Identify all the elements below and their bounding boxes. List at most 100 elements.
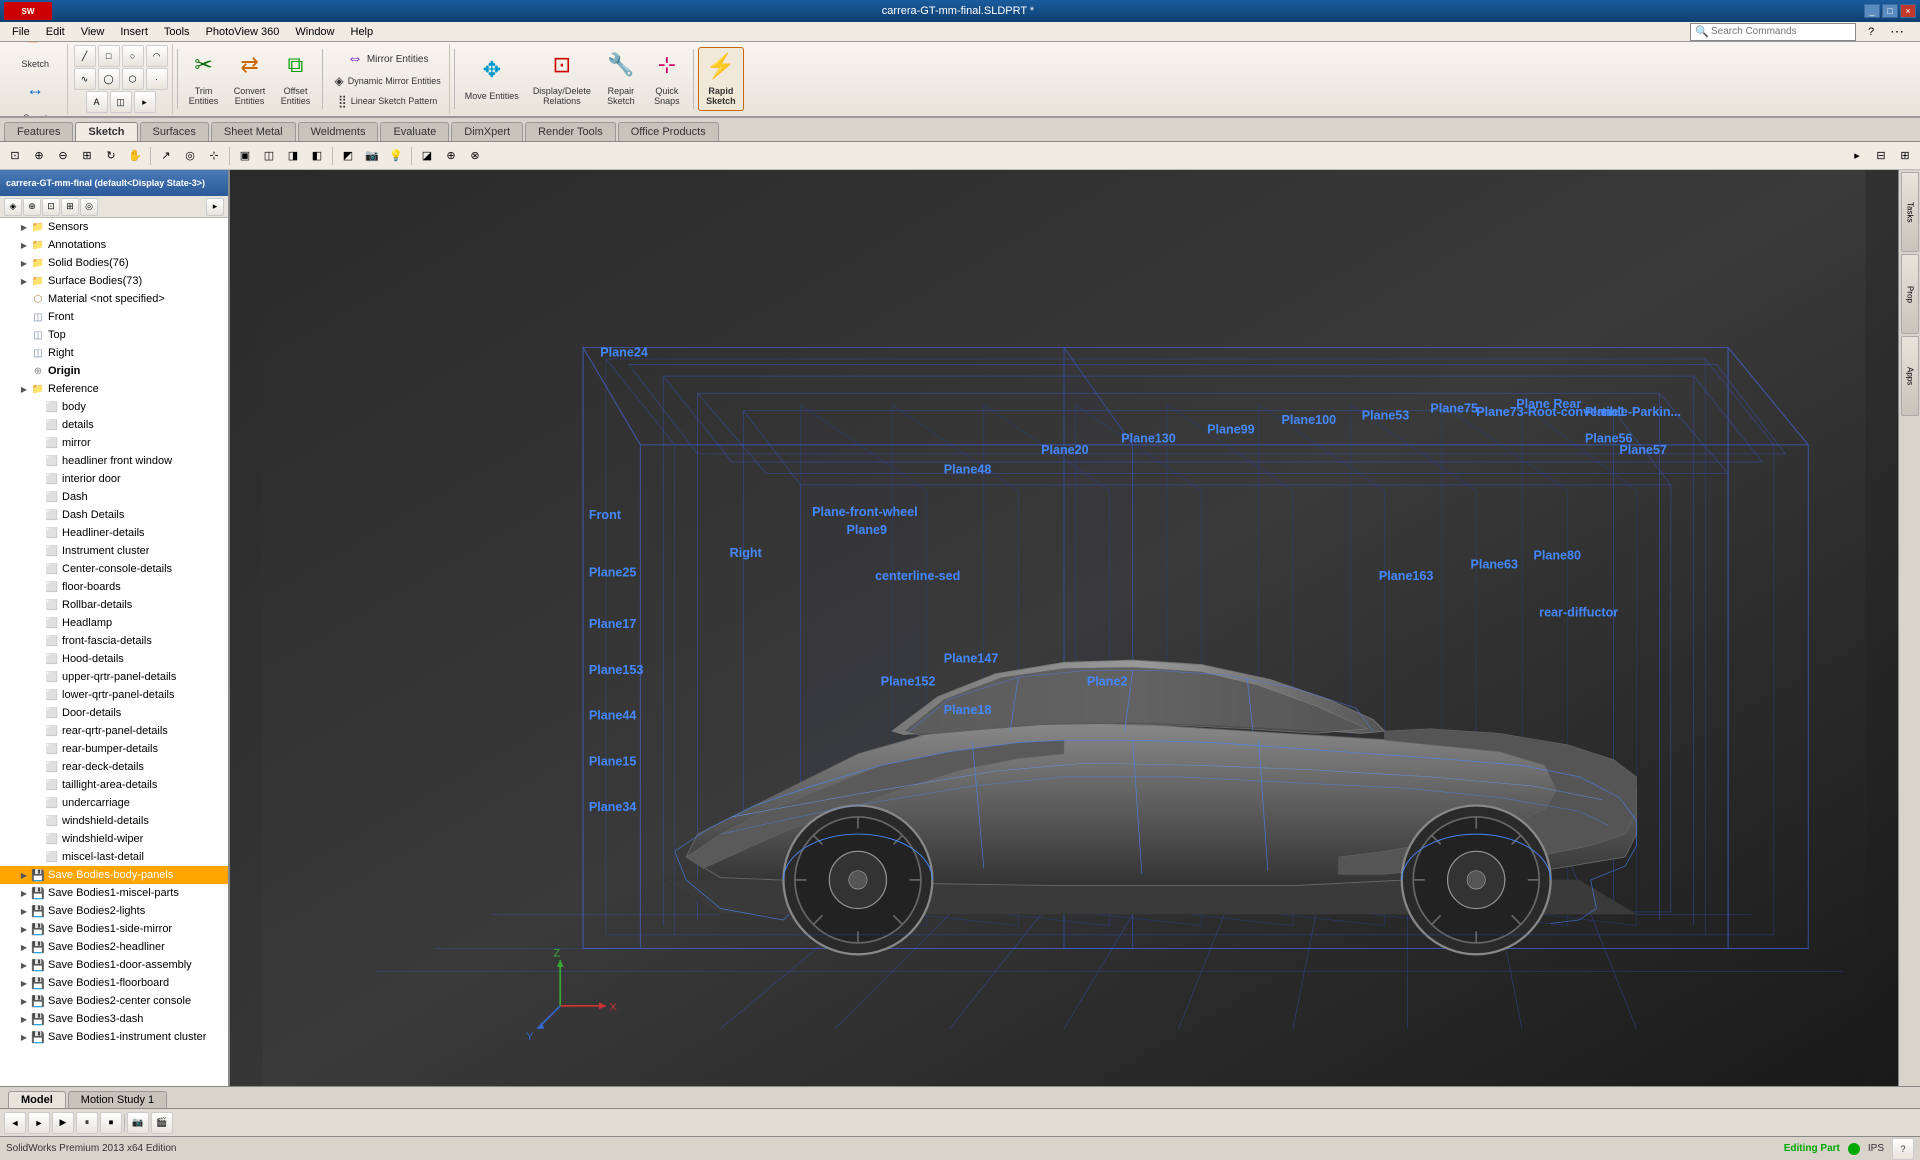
- tab-motion-study[interactable]: Motion Study 1: [68, 1091, 167, 1108]
- tree-item-instrument-cluster[interactable]: ⬜Instrument cluster: [0, 542, 228, 560]
- tree-item-save-lights[interactable]: ▶💾Save Bodies2-lights: [0, 902, 228, 920]
- standard-views-btn[interactable]: ◎: [179, 145, 201, 167]
- tree-item-headlamp[interactable]: ⬜Headlamp: [0, 614, 228, 632]
- expand-interior-door[interactable]: [32, 473, 44, 485]
- tab-model[interactable]: Model: [8, 1091, 66, 1108]
- tab-render[interactable]: Render Tools: [525, 122, 616, 141]
- arc-tool[interactable]: ◠: [146, 45, 168, 67]
- viewport[interactable]: Plane24 Front Plane25 Plane17 Plane153 P…: [230, 170, 1898, 1086]
- tree-item-right[interactable]: ◫Right: [0, 344, 228, 362]
- expand-dash[interactable]: [32, 491, 44, 503]
- right-panel-btn-1[interactable]: Tasks: [1901, 172, 1919, 252]
- tree-item-body[interactable]: ⬜body: [0, 398, 228, 416]
- menu-view[interactable]: View: [73, 24, 113, 40]
- offset-entities-button[interactable]: ⧉ OffsetEntities: [274, 47, 318, 111]
- expand-instrument-cluster[interactable]: [32, 545, 44, 557]
- tree-item-headliner-front[interactable]: ⬜headliner front window: [0, 452, 228, 470]
- tab-office[interactable]: Office Products: [618, 122, 719, 141]
- expand-origin[interactable]: [18, 365, 30, 377]
- statusbar-help[interactable]: ?: [1892, 1138, 1914, 1160]
- display-origin-btn[interactable]: ⊗: [464, 145, 486, 167]
- tree-item-save-dash[interactable]: ▶💾Save Bodies3-dash: [0, 1010, 228, 1028]
- expand-body[interactable]: [32, 401, 44, 413]
- spline-tool[interactable]: ∿: [74, 68, 96, 90]
- expand-windshield-wiper[interactable]: [32, 833, 44, 845]
- tree-tool-4[interactable]: ⊞: [61, 198, 79, 216]
- ellipse-tool[interactable]: ◯: [98, 68, 120, 90]
- bottom-btn-3[interactable]: ▶: [52, 1112, 74, 1134]
- menu-insert[interactable]: Insert: [112, 24, 156, 40]
- tree-item-front[interactable]: ◫Front: [0, 308, 228, 326]
- expand-upper-qrtr[interactable]: [32, 671, 44, 683]
- tab-surfaces[interactable]: Surfaces: [140, 122, 209, 141]
- expand-hood-details[interactable]: [32, 653, 44, 665]
- tree-item-rollbar-details[interactable]: ⬜Rollbar-details: [0, 596, 228, 614]
- wireframe-btn[interactable]: ▣: [234, 145, 256, 167]
- expand-save-floorboard[interactable]: ▶: [18, 977, 30, 989]
- tree-item-miscel-last[interactable]: ⬜miscel-last-detail: [0, 848, 228, 866]
- tree-item-rear-qrtr[interactable]: ⬜rear-qrtr-panel-details: [0, 722, 228, 740]
- tree-item-door-details[interactable]: ⬜Door-details: [0, 704, 228, 722]
- tree-item-reference[interactable]: ▶📁Reference: [0, 380, 228, 398]
- expand-save-dash[interactable]: ▶: [18, 1013, 30, 1025]
- expand-right[interactable]: [18, 347, 30, 359]
- tree-item-dash-details[interactable]: ⬜Dash Details: [0, 506, 228, 524]
- tree-item-save-instrument[interactable]: ▶💾Save Bodies1-instrument cluster: [0, 1028, 228, 1046]
- expand-headliner-details[interactable]: [32, 527, 44, 539]
- close-btn[interactable]: ×: [1900, 4, 1916, 18]
- shaded-only-btn[interactable]: ◧: [306, 145, 328, 167]
- tree-item-save-center[interactable]: ▶💾Save Bodies2-center console: [0, 992, 228, 1010]
- tree-item-rear-bumper[interactable]: ⬜rear-bumper-details: [0, 740, 228, 758]
- tree-item-taillight[interactable]: ⬜taillight-area-details: [0, 776, 228, 794]
- tab-sketch[interactable]: Sketch: [75, 122, 137, 141]
- line-tool[interactable]: ╱: [74, 45, 96, 67]
- tree-item-sensors[interactable]: ▶📁Sensors: [0, 218, 228, 236]
- right-panel-btn-2[interactable]: Prop: [1901, 254, 1919, 334]
- expand-lower-qrtr[interactable]: [32, 689, 44, 701]
- bottom-btn-2[interactable]: ►: [28, 1112, 50, 1134]
- expand-headlamp[interactable]: [32, 617, 44, 629]
- expand-taillight[interactable]: [32, 779, 44, 791]
- expand-windshield-details[interactable]: [32, 815, 44, 827]
- tree-item-undercarriage[interactable]: ⬜undercarriage: [0, 794, 228, 812]
- expand-details[interactable]: [32, 419, 44, 431]
- expand-rollbar-details[interactable]: [32, 599, 44, 611]
- expand-save-miscel[interactable]: ▶: [18, 887, 30, 899]
- bottom-btn-1[interactable]: ◄: [4, 1112, 26, 1134]
- tree-item-save-side-mirror[interactable]: ▶💾Save Bodies1-side-mirror: [0, 920, 228, 938]
- tree-item-surface-bodies[interactable]: ▶📁Surface Bodies(73): [0, 272, 228, 290]
- tree-item-headliner-details[interactable]: ⬜Headliner-details: [0, 524, 228, 542]
- expand-center-console[interactable]: [32, 563, 44, 575]
- expand-solid-bodies[interactable]: ▶: [18, 257, 30, 269]
- options-icon[interactable]: ⋯: [1886, 21, 1908, 43]
- hidden-lines-btn[interactable]: ◫: [258, 145, 280, 167]
- tree-item-lower-qrtr[interactable]: ⬜lower-qrtr-panel-details: [0, 686, 228, 704]
- tree-item-windshield-details[interactable]: ⬜windshield-details: [0, 812, 228, 830]
- tree-collapse-btn[interactable]: ▸: [206, 198, 224, 216]
- tree-tool-5[interactable]: ◎: [80, 198, 98, 216]
- feature-tree-content[interactable]: ▶📁Sensors▶📁Annotations▶📁Solid Bodies(76)…: [0, 218, 228, 1086]
- more-tool[interactable]: ▸: [134, 91, 156, 113]
- view-orient-btn[interactable]: ⊹: [203, 145, 225, 167]
- repair-sketch-button[interactable]: 🔧 RepairSketch: [599, 47, 643, 111]
- tree-item-save-door[interactable]: ▶💾Save Bodies1-door-assembly: [0, 956, 228, 974]
- tree-item-dash[interactable]: ⬜Dash: [0, 488, 228, 506]
- menu-file[interactable]: File: [4, 24, 38, 40]
- expand-rear-bumper[interactable]: [32, 743, 44, 755]
- tree-item-floor-boards[interactable]: ⬜floor-boards: [0, 578, 228, 596]
- tree-item-center-console[interactable]: ⬜Center-console-details: [0, 560, 228, 578]
- tree-item-upper-qrtr[interactable]: ⬜upper-qrtr-panel-details: [0, 668, 228, 686]
- minimize-btn[interactable]: _: [1864, 4, 1880, 18]
- bottom-btn-4[interactable]: ⏸: [76, 1112, 98, 1134]
- expand-front-fascia[interactable]: [32, 635, 44, 647]
- maximize-btn[interactable]: □: [1882, 4, 1898, 18]
- tab-weldments[interactable]: Weldments: [298, 122, 379, 141]
- help-icon[interactable]: ?: [1860, 21, 1882, 43]
- expand-rear-deck[interactable]: [32, 761, 44, 773]
- expand-save-door[interactable]: ▶: [18, 959, 30, 971]
- bottom-btn-7[interactable]: 🎬: [151, 1112, 173, 1134]
- zoom-area-btn[interactable]: ⊞: [76, 145, 98, 167]
- expand-mirror[interactable]: [32, 437, 44, 449]
- dynamic-mirror-button[interactable]: ◈ Dynamic Mirror Entities: [331, 72, 445, 90]
- expand-save-body-panels[interactable]: ▶: [18, 869, 30, 881]
